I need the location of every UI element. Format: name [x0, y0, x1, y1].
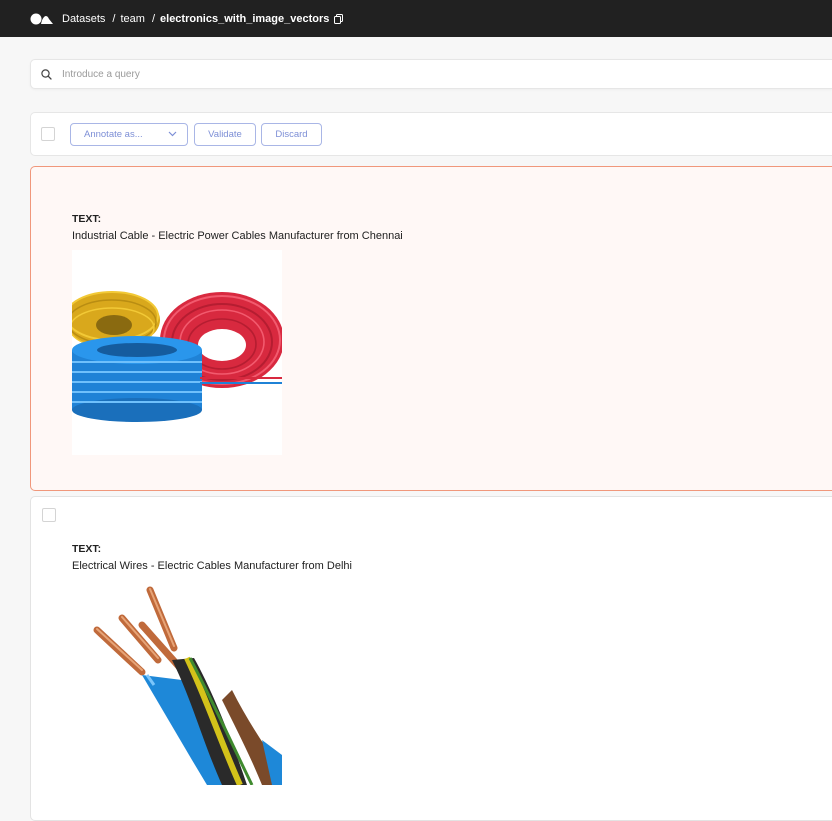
annotate-as-dropdown[interactable]: Annotate as... [70, 122, 188, 146]
coiled-cables-image [72, 250, 282, 455]
breadcrumb-dataset-name: electronics_with_image_vectors [160, 12, 330, 25]
breadcrumb-separator: / [151, 12, 156, 25]
chevron-down-icon [168, 129, 177, 140]
record-card[interactable]: TEXT: Electrical Wires - Electric Cables… [30, 496, 832, 821]
bulk-actions-toolbar: Annotate as... Validate Discard [30, 112, 832, 156]
validate-button[interactable]: Validate [194, 122, 256, 146]
field-label: TEXT: [72, 213, 102, 225]
select-all-checkbox[interactable] [41, 127, 55, 141]
field-label: TEXT: [72, 543, 102, 555]
search-input[interactable] [62, 68, 562, 80]
record-text: Electrical Wires - Electric Cables Manuf… [72, 560, 352, 572]
breadcrumb-team[interactable]: team [120, 13, 144, 25]
copy-icon[interactable] [334, 13, 344, 24]
annotate-as-label: Annotate as... [84, 128, 143, 140]
breadcrumb-separator: / [112, 12, 116, 25]
record-checkbox[interactable] [42, 508, 56, 522]
record-card[interactable]: TEXT: Industrial Cable - Electric Power … [30, 166, 832, 491]
breadcrumb: Datasets / team / electronics_with_image… [62, 12, 344, 25]
stripped-wires-image [72, 580, 282, 785]
search-icon [41, 68, 52, 80]
record-text: Industrial Cable - Electric Power Cables… [72, 230, 403, 242]
breadcrumb-datasets[interactable]: Datasets [62, 13, 105, 25]
search-bar [30, 59, 832, 89]
discard-button[interactable]: Discard [261, 122, 322, 146]
top-bar: Datasets / team / electronics_with_image… [0, 0, 832, 37]
app-logo-icon[interactable] [30, 12, 54, 26]
